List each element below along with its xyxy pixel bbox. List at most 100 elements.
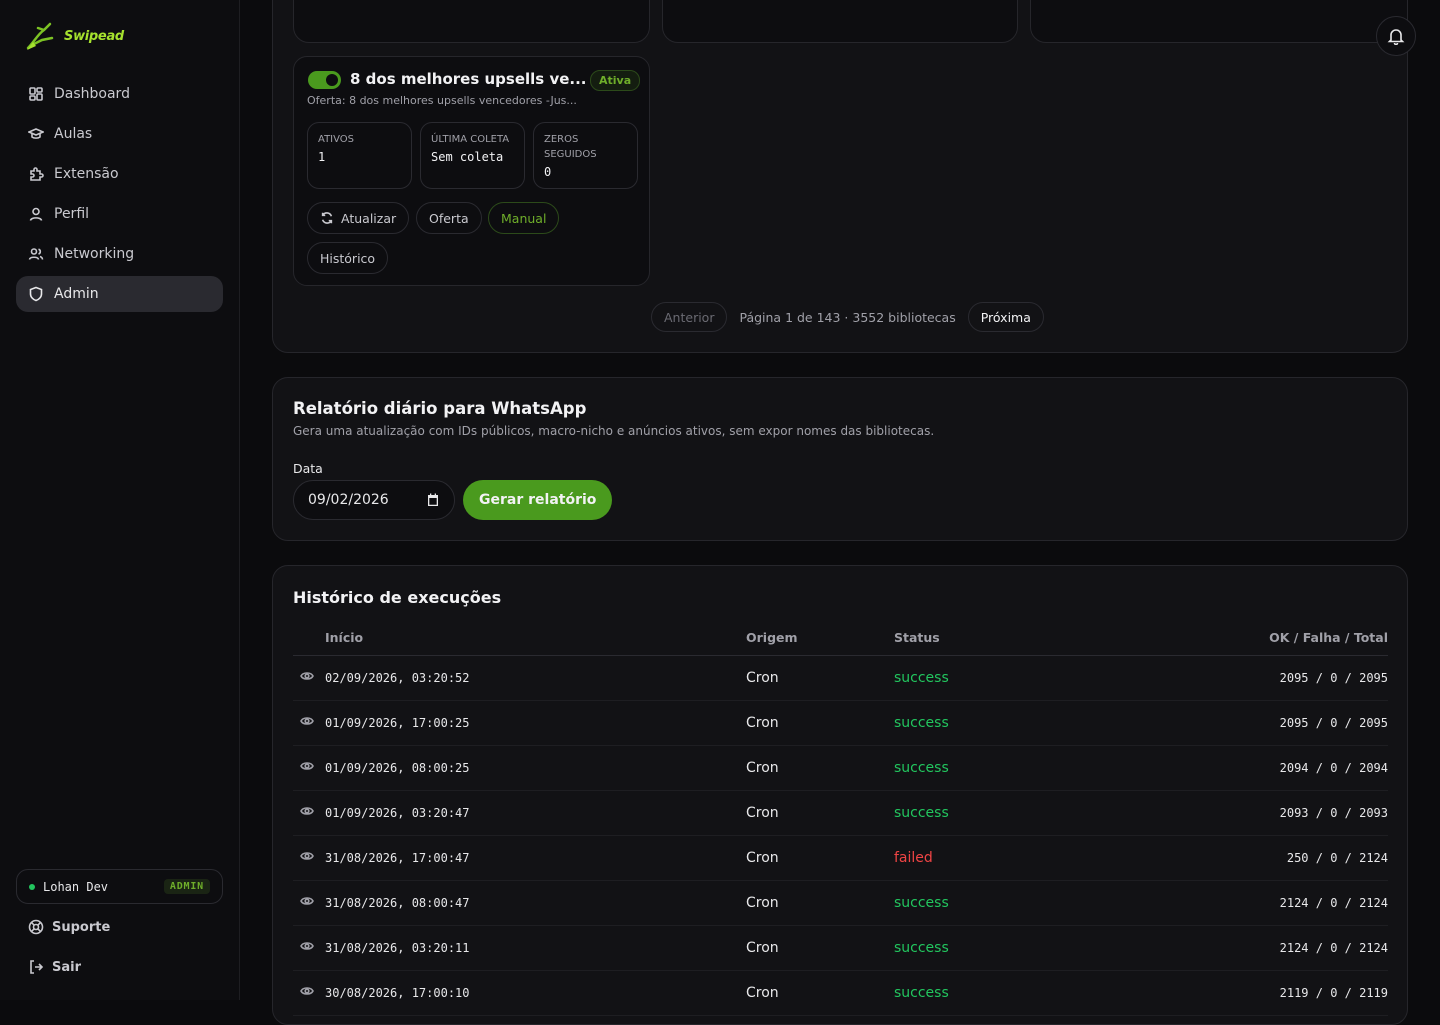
report-title: Relatório diário para WhatsApp — [293, 399, 587, 418]
grid-icon — [29, 87, 43, 101]
column-header-totals: OK / Falha / Total — [1094, 620, 1388, 656]
view-cell — [293, 970, 325, 1016]
library-card-partial — [293, 0, 650, 43]
eye-icon[interactable] — [300, 804, 314, 818]
totals-cell: 2119 / 0 / 2119 — [1094, 970, 1388, 1016]
start-cell: 31/08/2026, 08:00:47 — [325, 880, 746, 926]
sidebar-item-label: Aulas — [54, 126, 93, 142]
user-name: Lohan Dev — [43, 879, 109, 894]
sidebar-item-perfil[interactable]: Perfil — [16, 196, 223, 232]
date-field[interactable]: 09/02/2026 — [293, 480, 455, 520]
eye-icon[interactable] — [300, 759, 314, 773]
manual-button[interactable]: Manual — [488, 202, 560, 234]
eye-icon[interactable] — [300, 939, 314, 953]
pagination-info: Página 1 de 143 · 3552 bibliotecas — [739, 309, 956, 325]
library-card-partial — [662, 0, 1018, 43]
calendar-icon[interactable] — [426, 493, 440, 507]
sidebar-item-extensao[interactable]: Extensão — [16, 156, 223, 192]
eye-icon[interactable] — [300, 849, 314, 863]
status-badge: Ativa — [590, 70, 641, 91]
eye-icon[interactable] — [300, 669, 314, 683]
swipead-logo-icon — [26, 22, 54, 50]
status-cell: success — [894, 700, 1094, 746]
notifications-button[interactable] — [1376, 16, 1416, 56]
history-button[interactable]: Histórico — [307, 242, 389, 274]
logout-link[interactable]: Sair — [28, 959, 81, 975]
eye-icon[interactable] — [300, 714, 314, 728]
user-icon — [29, 207, 43, 221]
table-row[interactable]: 31/08/2026, 17:00:47 Cron failed 250 / 0 / … — [293, 835, 1388, 881]
app-logo[interactable]: Swipead — [24, 20, 124, 52]
table-row[interactable]: 30/08/2026, 17:00:10 Cron success 2119 / 0 … — [293, 970, 1388, 1016]
prev-page-button[interactable]: Anterior — [651, 302, 728, 332]
pagination: Anterior Página 1 de 143 · 3552 bibliote… — [651, 302, 1044, 332]
sidebar: Swipead Dashboard Aulas Extensão Perfil … — [0, 0, 240, 1000]
sidebar-item-admin[interactable]: Admin — [16, 276, 223, 312]
library-card: 8 dos melhores upsells ve... Ativa Ofert… — [293, 56, 650, 286]
table-row[interactable]: 01/09/2026, 17:00:25 Cron success 2095 / 0 … — [293, 700, 1388, 746]
sidebar-item-dashboard[interactable]: Dashboard — [16, 76, 223, 112]
offer-label: Oferta — [429, 210, 469, 226]
column-header-start: Início — [325, 620, 746, 656]
manual-label: Manual — [501, 210, 547, 226]
table-row[interactable]: 02/09/2026, 03:20:52 Cron success 2095 / 0 … — [293, 655, 1388, 701]
logo-text: Swipead — [64, 28, 124, 44]
origin-cell: Cron — [746, 970, 894, 1016]
table-row[interactable]: 31/08/2026, 08:00:47 Cron success 2124 / 0 … — [293, 880, 1388, 926]
refresh-icon — [321, 212, 333, 224]
shield-icon — [29, 286, 43, 302]
table-row[interactable]: 01/09/2026, 08:00:25 Cron success 2094 / 0 … — [293, 745, 1388, 791]
column-header-view — [293, 620, 325, 656]
view-cell — [293, 790, 325, 836]
library-offer: Oferta: 8 dos melhores upsells vencedore… — [307, 94, 577, 107]
origin-cell: Cron — [746, 655, 894, 701]
sidebar-item-aulas[interactable]: Aulas — [16, 116, 223, 152]
sidebar-item-label: Networking — [54, 246, 135, 262]
offer-button[interactable]: Oferta — [416, 202, 482, 234]
eye-icon[interactable] — [300, 984, 314, 998]
next-page-button[interactable]: Próxima — [967, 302, 1044, 332]
start-cell: 01/09/2026, 17:00:25 — [325, 700, 746, 746]
update-button[interactable]: Atualizar — [307, 202, 410, 234]
start-cell: 01/09/2026, 03:20:47 — [325, 790, 746, 836]
user-chip[interactable]: Lohan Dev ADMIN — [16, 869, 223, 904]
column-header-status: Status — [894, 620, 1094, 656]
view-cell — [293, 745, 325, 791]
generate-report-button[interactable]: Gerar relatório — [463, 480, 613, 520]
date-label: Data — [293, 461, 323, 476]
library-active-toggle[interactable] — [308, 71, 341, 89]
lifebuoy-icon — [28, 919, 44, 935]
table-row[interactable]: 01/09/2026, 03:20:47 Cron success 2093 / 0 … — [293, 790, 1388, 836]
table-row[interactable]: 31/08/2026, 03:20:11 Cron success 2124 / 0 … — [293, 925, 1388, 971]
stat-value: Sem coleta — [431, 150, 504, 164]
origin-cell: Cron — [746, 880, 894, 926]
history-table: Início Origem Status OK / Falha / Total … — [293, 620, 1388, 1016]
sidebar-item-networking[interactable]: Networking — [16, 236, 223, 272]
table-header-row: Início Origem Status OK / Falha / Total — [293, 620, 1388, 656]
view-cell — [293, 925, 325, 971]
status-cell: success — [894, 745, 1094, 791]
stat-value: 1 — [318, 150, 326, 164]
totals-cell: 2095 / 0 / 2095 — [1094, 700, 1388, 746]
totals-cell: 2124 / 0 / 2124 — [1094, 880, 1388, 926]
view-cell — [293, 655, 325, 701]
stat-label: ATIVOS — [318, 134, 355, 145]
view-cell — [293, 700, 325, 746]
eye-icon[interactable] — [300, 894, 314, 908]
totals-cell: 250 / 0 / 2124 — [1094, 835, 1388, 881]
bell-icon — [1387, 29, 1405, 45]
origin-cell: Cron — [746, 700, 894, 746]
totals-cell: 2093 / 0 / 2093 — [1094, 790, 1388, 836]
support-label: Suporte — [52, 919, 111, 935]
history-label: Histórico — [320, 250, 376, 266]
stat-ultima-coleta: ÚLTIMA COLETA Sem coleta — [420, 122, 525, 189]
date-value: 09/02/2026 — [308, 492, 389, 508]
history-title: Histórico de execuções — [293, 588, 502, 607]
puzzle-icon — [30, 167, 44, 181]
sidebar-nav: Dashboard Aulas Extensão Perfil Networki… — [16, 76, 223, 316]
start-cell: 02/09/2026, 03:20:52 — [325, 655, 746, 701]
sidebar-item-label: Dashboard — [54, 86, 130, 102]
stat-zeros-seguidos: ZEROS SEGUIDOS 0 — [533, 122, 638, 189]
support-link[interactable]: Suporte — [28, 919, 110, 935]
admin-badge: ADMIN — [163, 879, 210, 894]
